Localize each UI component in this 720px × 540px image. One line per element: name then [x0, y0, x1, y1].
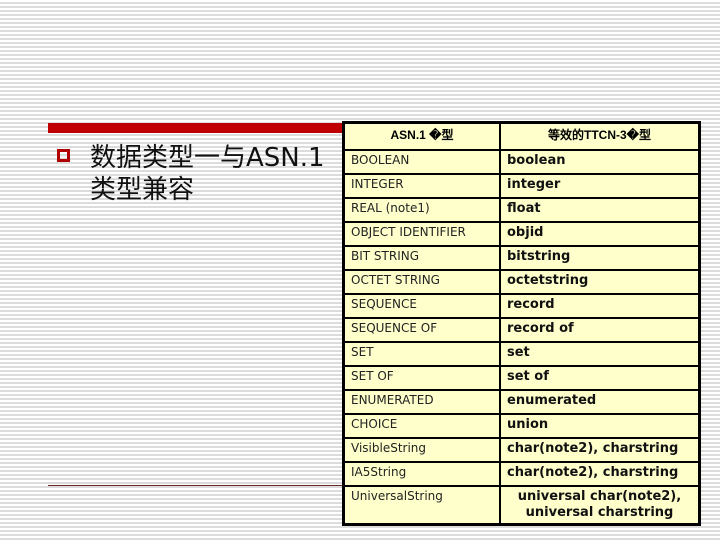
table-row: REAL (note1) float [342, 197, 701, 223]
ttcn3-type-cell: objid [499, 221, 701, 247]
table-row: OBJECT IDENTIFIER objid [342, 221, 701, 247]
bullet-line-1: 数据类型一与ASN.1 [90, 143, 325, 173]
asn1-type-cell: OBJECT IDENTIFIER [342, 221, 501, 247]
table-row: INTEGER integer [342, 173, 701, 199]
table-row: OCTET STRING octetstring [342, 269, 701, 295]
asn1-type-cell: IA5String [342, 461, 501, 487]
table-row: ENUMERATED enumerated [342, 389, 701, 415]
ttcn3-type-cell: record [499, 293, 701, 319]
ttcn3-type-cell: boolean [499, 149, 701, 175]
asn1-type-cell: CHOICE [342, 413, 501, 439]
table-row: VisibleString char(note2), charstring [342, 437, 701, 463]
asn1-type-cell: SET OF [342, 365, 501, 391]
ttcn3-type-cell: set of [499, 365, 701, 391]
header-ttcn3-type: 等效的TTCN-3�型 [499, 121, 701, 151]
asn1-type-cell: SEQUENCE [342, 293, 501, 319]
footer-divider [48, 485, 344, 486]
asn1-type-cell: OCTET STRING [342, 269, 501, 295]
ttcn3-type-cell: char(note2), charstring [499, 437, 701, 463]
ttcn3-type-cell: char(note2), charstring [499, 461, 701, 487]
ttcn3-type-cell: integer [499, 173, 701, 199]
asn1-type-cell: INTEGER [342, 173, 501, 199]
table-row: SEQUENCE OF record of [342, 317, 701, 343]
ttcn3-type-cell: bitstring [499, 245, 701, 271]
asn1-type-cell: UniversalString [342, 485, 501, 526]
table-row: IA5String char(note2), charstring [342, 461, 701, 487]
ttcn3-type-cell: set [499, 341, 701, 367]
asn1-type-cell: ENUMERATED [342, 389, 501, 415]
table-row: SET set [342, 341, 701, 367]
table-row: CHOICE union [342, 413, 701, 439]
table-row: BOOLEAN boolean [342, 149, 701, 175]
header-asn1-type: ASN.1 �型 [342, 121, 501, 151]
asn1-type-cell: SET [342, 341, 501, 367]
table-header-row: ASN.1 �型 等效的TTCN-3�型 [342, 121, 701, 151]
asn1-type-cell: BOOLEAN [342, 149, 501, 175]
bullet-line-2: 类型兼容 [90, 175, 195, 205]
bullet-text: 数据类型一与ASN.1 类型兼容 [90, 142, 340, 206]
asn1-type-cell: REAL (note1) [342, 197, 501, 223]
ttcn3-type-cell: universal char(note2), universal charstr… [499, 485, 701, 526]
ttcn3-type-cell: float [499, 197, 701, 223]
ttcn3-type-cell: union [499, 413, 701, 439]
ttcn3-type-cell: octetstring [499, 269, 701, 295]
table-body: BOOLEAN boolean INTEGER integer REAL (note1)… [342, 149, 701, 526]
table-row: BIT STRING bitstring [342, 245, 701, 271]
asn1-type-cell: BIT STRING [342, 245, 501, 271]
asn1-type-cell: SEQUENCE OF [342, 317, 501, 343]
ttcn3-type-cell: enumerated [499, 389, 701, 415]
title-accent-bar [48, 123, 344, 133]
table-row: SEQUENCE record [342, 293, 701, 319]
ttcn3-type-cell: record of [499, 317, 701, 343]
bullet-square-icon [57, 149, 70, 162]
table-row: UniversalString universal char(note2), un… [342, 485, 701, 526]
table-row: SET OF set of [342, 365, 701, 391]
asn1-ttcn3-type-table: ASN.1 �型 等效的TTCN-3�型 BOOLEAN boolean INTEG… [342, 121, 701, 526]
asn1-type-cell: VisibleString [342, 437, 501, 463]
